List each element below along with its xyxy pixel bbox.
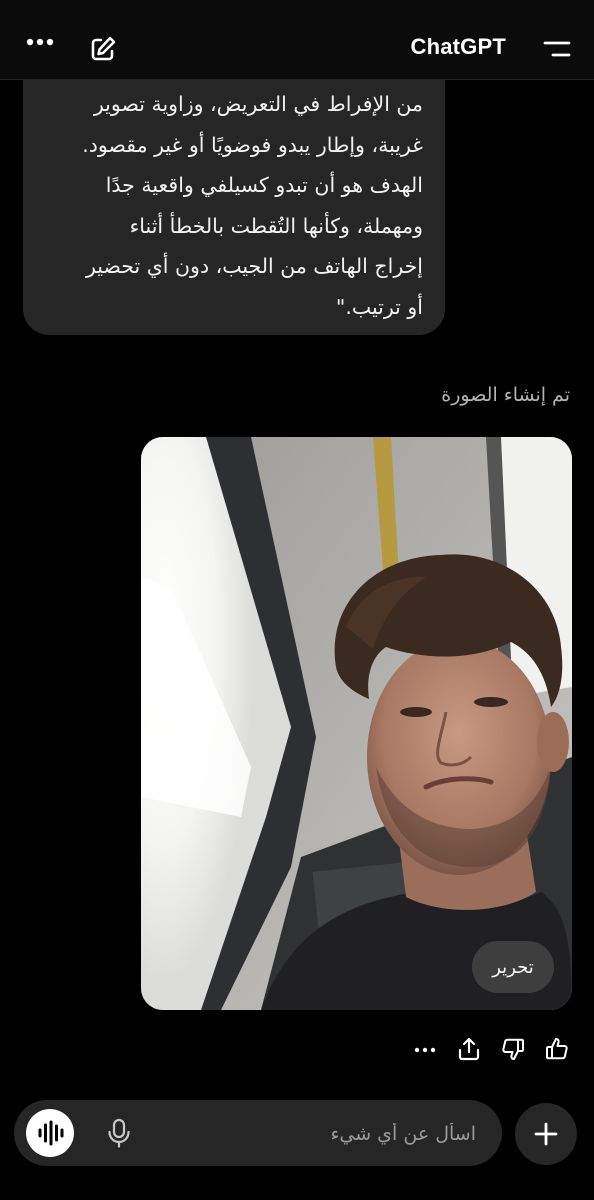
thumbs-down-icon [502, 1038, 524, 1060]
edit-image-button[interactable]: تحرير [472, 941, 554, 993]
message-composer [14, 1100, 502, 1168]
thumbs-up-icon [546, 1038, 568, 1060]
response-actions [410, 1034, 572, 1064]
microphone-icon [108, 1118, 130, 1148]
user-message-bubble: من الإفراط في التعريض، وزاوية تصوير غريب… [23, 80, 445, 335]
share-button[interactable] [454, 1034, 484, 1064]
plus-icon [534, 1122, 558, 1146]
image-created-status: تم إنشاء الصورة [441, 384, 570, 406]
pencil-square-icon [91, 36, 116, 61]
sidebar-menu-button[interactable] [542, 38, 572, 62]
attach-button[interactable] [515, 1103, 577, 1165]
selfie-image [141, 437, 572, 1010]
thumbs-up-button[interactable] [542, 1034, 572, 1064]
menu-icon [543, 41, 571, 57]
more-options-button[interactable] [22, 32, 58, 52]
generated-image[interactable]: تحرير [141, 437, 572, 1010]
ellipsis-icon [26, 38, 54, 46]
user-message-text: من الإفراط في التعريض، وزاوية تصوير غريب… [82, 92, 423, 319]
ask-anything-input[interactable] [144, 1100, 478, 1168]
more-actions-button[interactable] [410, 1034, 440, 1064]
voice-mode-button[interactable] [26, 1109, 74, 1157]
thumbs-down-button[interactable] [498, 1034, 528, 1064]
dictation-button[interactable] [106, 1118, 132, 1148]
share-icon [458, 1037, 480, 1061]
voice-mode-icon [38, 1120, 64, 1146]
app-title[interactable]: ChatGPT [410, 34, 506, 60]
new-chat-button[interactable] [88, 34, 118, 64]
top-bar: ChatGPT [0, 0, 594, 80]
more-icon [414, 1047, 436, 1053]
